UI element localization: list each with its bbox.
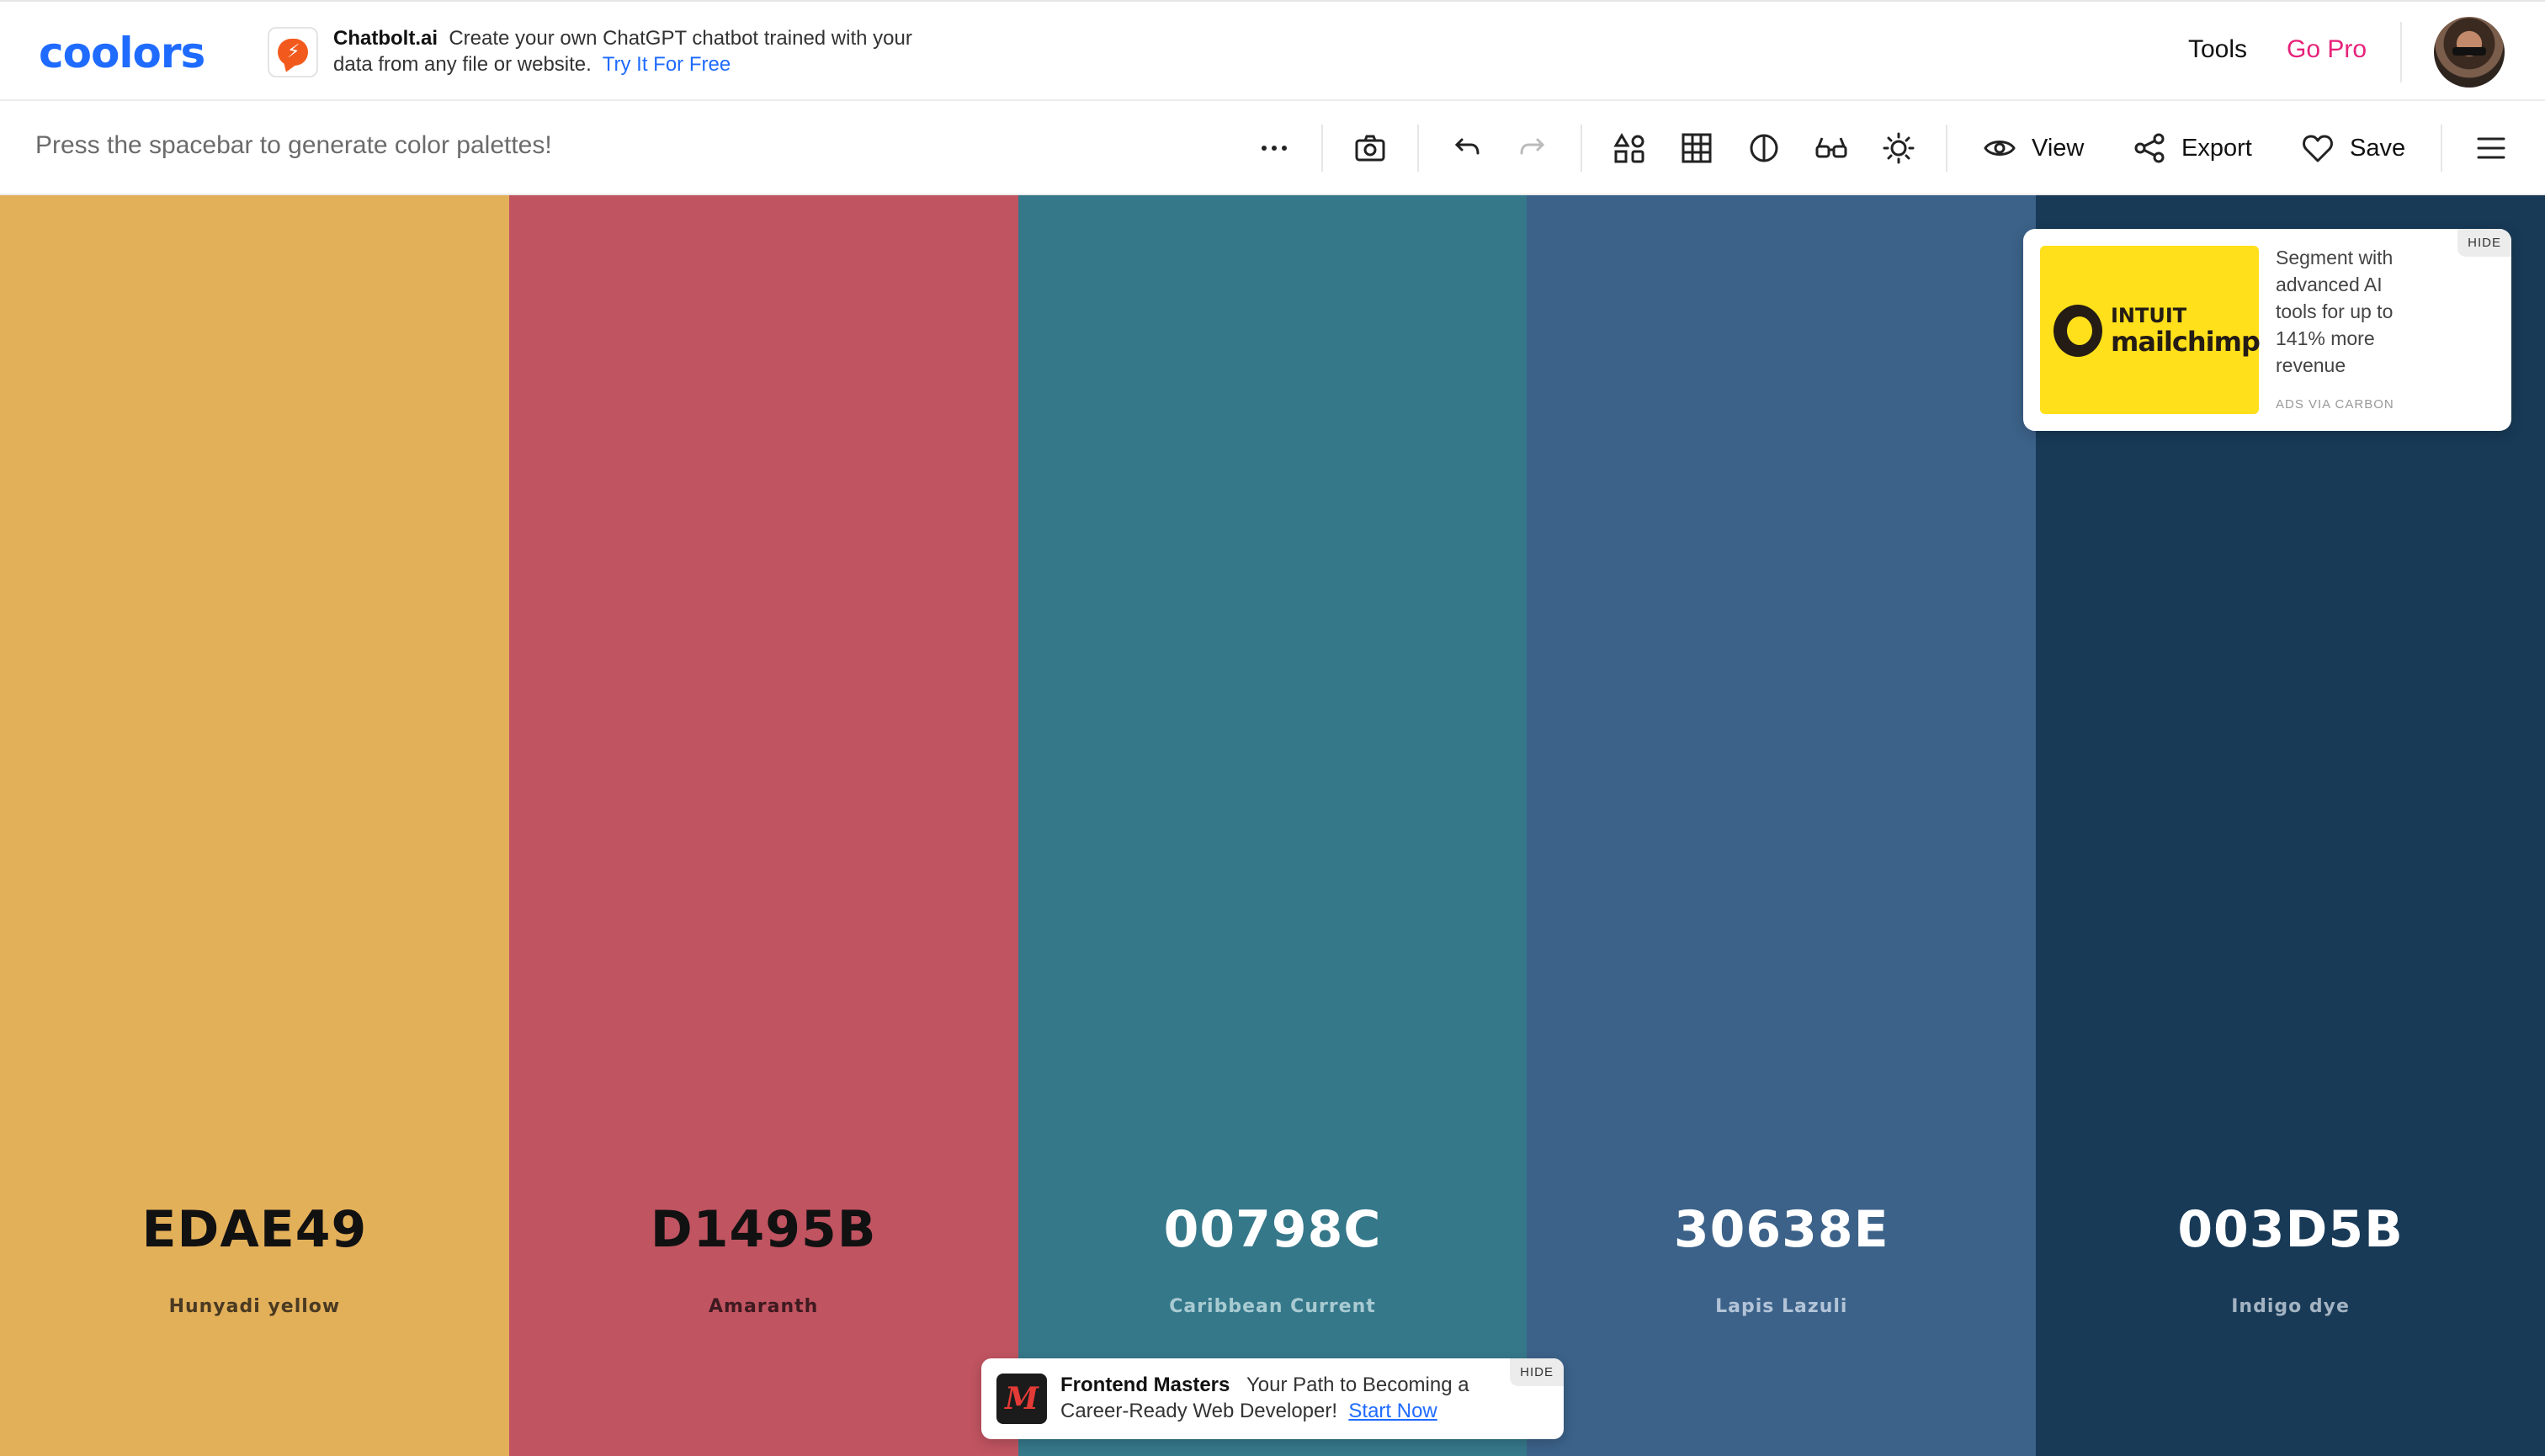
ad-brand-bottom: mailchimp — [2111, 326, 2261, 358]
color-hex-code[interactable]: 003D5B — [2036, 1200, 2545, 1259]
brightness-button[interactable] — [1882, 126, 1915, 170]
promo-link[interactable]: Try It For Free — [603, 53, 731, 76]
eye-icon — [1984, 141, 2016, 156]
color-name: Caribbean Current — [1169, 1296, 1376, 1317]
shapes-icon — [1613, 133, 1644, 163]
chatbolt-promo: Chatbolt.ai Create your own ChatGPT chat… — [333, 25, 922, 77]
color-hex-code[interactable]: EDAE49 — [0, 1200, 509, 1259]
heart-icon — [2303, 135, 2333, 162]
color-swatch[interactable]: 30638E Lapis Lazuli — [1527, 195, 2037, 1456]
nav-tools-link[interactable]: Tools — [2188, 35, 2247, 64]
user-avatar[interactable] — [2434, 17, 2505, 88]
undo-icon — [1454, 138, 1480, 155]
save-label: Save — [2350, 134, 2406, 162]
view-label: View — [2032, 134, 2085, 162]
toolbar-divider — [1581, 125, 1582, 172]
frontend-masters-logo-icon: M — [996, 1374, 1047, 1424]
sun-icon — [1883, 132, 1915, 164]
mailchimp-ad-image[interactable]: INTUIT mailchimp — [2040, 246, 2261, 414]
toolbar-divider — [1946, 125, 1947, 172]
spacebar-hint: Press the spacebar to generate color pal… — [35, 131, 552, 159]
export-label: Export — [2181, 134, 2252, 162]
hide-ad-button[interactable]: HIDE — [2457, 229, 2511, 257]
grid-icon — [1682, 133, 1712, 163]
color-hex-code[interactable]: 30638E — [1527, 1200, 2036, 1259]
ad-text[interactable]: Segment with advanced AI tools for up to… — [2276, 244, 2427, 379]
top-navigation-bar: coolors ⚡ Chatbolt.ai Create your own Ch… — [0, 0, 2545, 101]
toolbar-divider — [2441, 125, 2442, 172]
shapes-button[interactable] — [1613, 126, 1646, 170]
more-options-button[interactable] — [1257, 126, 1291, 170]
ad-logo-letter: M — [1005, 1381, 1039, 1416]
redo-icon — [1520, 138, 1545, 155]
grid-view-button[interactable] — [1680, 126, 1713, 170]
nav-divider — [2400, 22, 2402, 82]
hide-bottom-ad-button[interactable]: HIDE — [1510, 1358, 1564, 1386]
redo-button[interactable] — [1517, 126, 1550, 170]
bottom-ad-text: Frontend Masters Your Path to Becoming a… — [1060, 1372, 1532, 1424]
save-button[interactable]: Save — [2301, 126, 2405, 170]
ad-via-label[interactable]: ADS VIA CARBON — [2276, 397, 2394, 412]
frontend-masters-ad[interactable]: M Frontend Masters Your Path to Becoming… — [981, 1358, 1564, 1439]
hamburger-menu-icon — [2477, 137, 2505, 159]
glasses-icon — [1815, 137, 1847, 158]
color-name: Amaranth — [709, 1296, 819, 1317]
toolbar-divider — [1417, 125, 1419, 172]
share-icon — [2134, 133, 2165, 163]
bottom-ad-brand: Frontend Masters — [1060, 1374, 1230, 1396]
coolors-logo[interactable]: coolors — [39, 30, 205, 76]
promo-brand: Chatbolt.ai — [333, 27, 438, 50]
color-swatch[interactable]: EDAE49 Hunyadi yellow — [0, 195, 509, 1456]
undo-button[interactable] — [1449, 126, 1483, 170]
menu-button[interactable] — [2474, 126, 2508, 170]
screenshot-button[interactable] — [1353, 126, 1387, 170]
color-swatch[interactable]: 00798C Caribbean Current — [1017, 195, 1528, 1456]
view-button[interactable]: View — [1983, 126, 2084, 170]
nav-go-pro-link[interactable]: Go Pro — [2287, 35, 2367, 64]
palette-toolbar: Press the spacebar to generate color pal… — [0, 101, 2545, 195]
more-dots-icon — [1262, 146, 1287, 151]
color-swatch[interactable]: D1495B Amaranth — [508, 195, 1018, 1456]
color-name: Lapis Lazuli — [1715, 1296, 1848, 1317]
color-hex-code[interactable]: D1495B — [509, 1200, 1018, 1259]
start-now-link[interactable]: Start Now — [1348, 1400, 1437, 1422]
toolbar-divider — [1321, 125, 1323, 172]
carbon-ad[interactable]: INTUIT mailchimp Segment with advanced A… — [2023, 229, 2511, 431]
mailchimp-logo-icon — [2054, 305, 2102, 357]
camera-icon — [1355, 135, 1385, 162]
color-hex-code[interactable]: 00798C — [1018, 1200, 1528, 1259]
export-button[interactable]: Export — [2133, 126, 2252, 170]
contrast-button[interactable] — [1747, 126, 1781, 170]
color-blindness-button[interactable] — [1814, 126, 1848, 170]
color-name: Hunyadi yellow — [168, 1296, 341, 1317]
chatbolt-logo-icon[interactable]: ⚡ — [268, 27, 318, 77]
color-name: Indigo dye — [2231, 1296, 2350, 1317]
ad-brand-top: INTUIT — [2111, 304, 2187, 327]
contrast-icon — [1750, 134, 1778, 162]
